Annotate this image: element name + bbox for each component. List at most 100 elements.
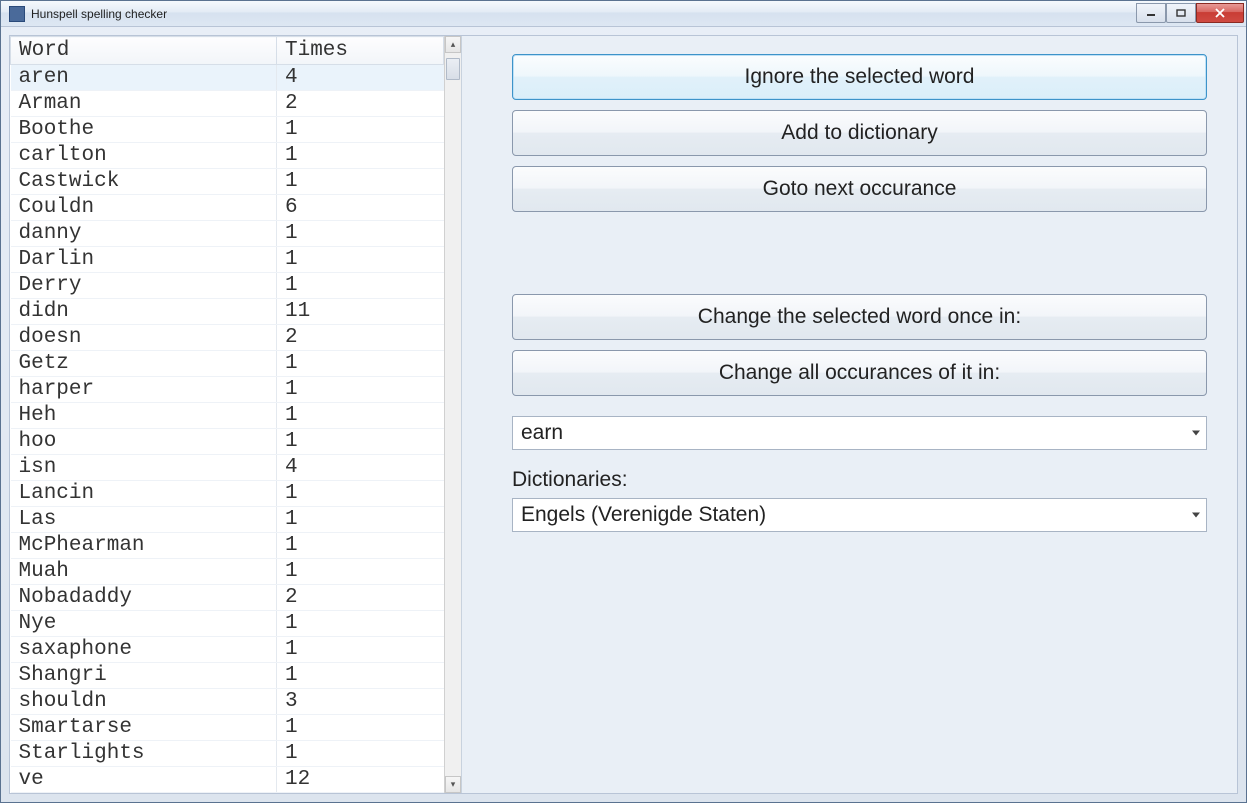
cell-word: McPhearman	[11, 533, 277, 559]
scroll-down-button[interactable]: ▾	[445, 776, 461, 793]
cell-word: ve	[11, 767, 277, 793]
ignore-button[interactable]: Ignore the selected word	[512, 54, 1207, 100]
column-header-times[interactable]: Times	[277, 37, 444, 65]
wordlist-table[interactable]: Word Times aren4Arman2Boothe1carlton1Cas…	[10, 36, 444, 793]
close-icon	[1214, 8, 1226, 18]
table-row[interactable]: aren4	[11, 65, 444, 91]
table-row[interactable]: Couldn6	[11, 195, 444, 221]
cell-times: 1	[277, 533, 444, 559]
cell-word: Arman	[11, 91, 277, 117]
table-row[interactable]: ve12	[11, 767, 444, 793]
table-row[interactable]: isn4	[11, 455, 444, 481]
change-once-button[interactable]: Change the selected word once in:	[512, 294, 1207, 340]
cell-times: 1	[277, 117, 444, 143]
cell-word: Heh	[11, 403, 277, 429]
cell-times: 1	[277, 247, 444, 273]
dictionaries-value: Engels (Verenigde Staten)	[521, 503, 766, 527]
table-row[interactable]: Nye1	[11, 611, 444, 637]
wordlist-table-wrap[interactable]: Word Times aren4Arman2Boothe1carlton1Cas…	[10, 36, 444, 793]
table-row[interactable]: Lancin1	[11, 481, 444, 507]
add-dictionary-button[interactable]: Add to dictionary	[512, 110, 1207, 156]
cell-word: aren	[11, 65, 277, 91]
table-row[interactable]: Getz1	[11, 351, 444, 377]
cell-word: Lancin	[11, 481, 277, 507]
dictionaries-label: Dictionaries:	[512, 468, 1207, 492]
table-row[interactable]: hoo1	[11, 429, 444, 455]
maximize-button[interactable]	[1166, 3, 1196, 23]
cell-times: 1	[277, 611, 444, 637]
change-all-button[interactable]: Change all occurances of it in:	[512, 350, 1207, 396]
table-row[interactable]: shouldn3	[11, 689, 444, 715]
cell-word: danny	[11, 221, 277, 247]
table-row[interactable]: Nobadaddy2	[11, 585, 444, 611]
table-row[interactable]: didn11	[11, 299, 444, 325]
table-row[interactable]: harper1	[11, 377, 444, 403]
cell-word: Boothe	[11, 117, 277, 143]
cell-times: 6	[277, 195, 444, 221]
table-row[interactable]: Las1	[11, 507, 444, 533]
cell-word: Nye	[11, 611, 277, 637]
goto-next-button[interactable]: Goto next occurance	[512, 166, 1207, 212]
cell-times: 1	[277, 273, 444, 299]
cell-word: Las	[11, 507, 277, 533]
cell-word: doesn	[11, 325, 277, 351]
cell-word: Couldn	[11, 195, 277, 221]
cell-times: 2	[277, 585, 444, 611]
inner-frame: Word Times aren4Arman2Boothe1carlton1Cas…	[9, 35, 1238, 794]
wordlist-scrollbar[interactable]: ▴ ▾	[444, 36, 461, 793]
cell-times: 1	[277, 429, 444, 455]
chevron-down-icon	[1192, 513, 1200, 518]
app-window: Hunspell spelling checker	[0, 0, 1247, 803]
window-title: Hunspell spelling checker	[31, 7, 1136, 21]
cell-times: 1	[277, 143, 444, 169]
table-row[interactable]: doesn2	[11, 325, 444, 351]
cell-word: Nobadaddy	[11, 585, 277, 611]
cell-times: 1	[277, 663, 444, 689]
table-row[interactable]: Boothe1	[11, 117, 444, 143]
scroll-thumb[interactable]	[446, 58, 460, 80]
cell-word: Smartarse	[11, 715, 277, 741]
scroll-up-button[interactable]: ▴	[445, 36, 461, 53]
client-area: Word Times aren4Arman2Boothe1carlton1Cas…	[1, 27, 1246, 802]
minimize-button[interactable]	[1136, 3, 1166, 23]
cell-word: Castwick	[11, 169, 277, 195]
wordlist-pane: Word Times aren4Arman2Boothe1carlton1Cas…	[10, 36, 462, 793]
cell-times: 1	[277, 221, 444, 247]
table-row[interactable]: Smartarse1	[11, 715, 444, 741]
table-row[interactable]: Castwick1	[11, 169, 444, 195]
spacer	[512, 222, 1207, 294]
cell-word: shouldn	[11, 689, 277, 715]
table-row[interactable]: Starlights1	[11, 741, 444, 767]
cell-word: hoo	[11, 429, 277, 455]
titlebar[interactable]: Hunspell spelling checker	[1, 1, 1246, 27]
wordlist-header-row[interactable]: Word Times	[11, 37, 444, 65]
cell-times: 12	[277, 767, 444, 793]
cell-word: didn	[11, 299, 277, 325]
cell-times: 1	[277, 169, 444, 195]
cell-times: 1	[277, 637, 444, 663]
column-header-word[interactable]: Word	[11, 37, 277, 65]
cell-word: Shangri	[11, 663, 277, 689]
table-row[interactable]: Derry1	[11, 273, 444, 299]
cell-word: harper	[11, 377, 277, 403]
cell-times: 1	[277, 351, 444, 377]
table-row[interactable]: saxaphone1	[11, 637, 444, 663]
table-row[interactable]: Darlin1	[11, 247, 444, 273]
cell-word: Starlights	[11, 741, 277, 767]
table-row[interactable]: Heh1	[11, 403, 444, 429]
cell-times: 1	[277, 507, 444, 533]
cell-times: 4	[277, 455, 444, 481]
chevron-down-icon	[1192, 431, 1200, 436]
cell-word: saxaphone	[11, 637, 277, 663]
app-icon	[9, 6, 25, 22]
table-row[interactable]: danny1	[11, 221, 444, 247]
suggestion-combobox[interactable]: earn	[512, 416, 1207, 450]
dictionaries-combobox[interactable]: Engels (Verenigde Staten)	[512, 498, 1207, 532]
table-row[interactable]: Muah1	[11, 559, 444, 585]
table-row[interactable]: Shangri1	[11, 663, 444, 689]
cell-times: 1	[277, 741, 444, 767]
table-row[interactable]: McPhearman1	[11, 533, 444, 559]
table-row[interactable]: Arman2	[11, 91, 444, 117]
table-row[interactable]: carlton1	[11, 143, 444, 169]
close-button[interactable]	[1196, 3, 1244, 23]
